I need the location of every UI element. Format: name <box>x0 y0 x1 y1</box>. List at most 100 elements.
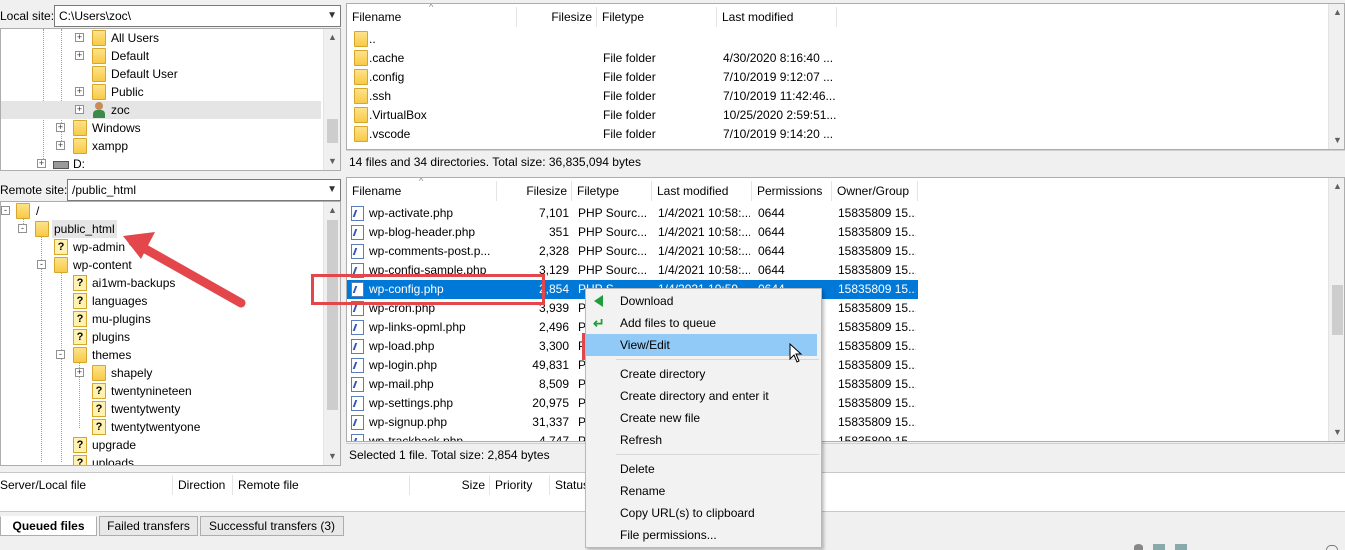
file-row[interactable]: .cache File folder 4/30/2020 8:16:40 ... <box>347 49 1327 68</box>
file-row[interactable]: wp-trackback.php 4,747 P 15835809 15... <box>347 432 1327 441</box>
remote-tree-item[interactable]: - themes <box>1 346 321 364</box>
menu-item-view-edit[interactable]: View/Edit <box>586 334 817 356</box>
local-tree-item[interactable]: + Windows <box>1 119 321 137</box>
remote-tree-item[interactable]: + shapely <box>1 364 321 382</box>
file-row[interactable]: wp-signup.php 31,337 P 15835809 15... <box>347 413 1327 432</box>
file-row[interactable]: wp-mail.php 8,509 P 15835809 15... <box>347 375 1327 394</box>
php-file-icon <box>351 358 364 373</box>
menu-item-create-new-file[interactable]: Create new file <box>586 407 820 429</box>
column-status[interactable]: Status <box>550 475 590 495</box>
expand-icon[interactable]: + <box>75 368 84 377</box>
remote-path-field[interactable]: /public_html ▼ <box>67 179 341 201</box>
remote-list-scrollbar[interactable]: ▲ ▼ <box>1328 178 1344 441</box>
highlight-box-wp-config <box>311 274 545 305</box>
remote-tree-item[interactable]: ? mu-plugins <box>1 310 321 328</box>
local-tree-item-selected[interactable]: + zoc <box>1 101 321 119</box>
expand-icon[interactable]: + <box>56 141 65 150</box>
remote-tree-item[interactable]: ? upgrade <box>1 436 321 454</box>
file-perm: 0644 <box>758 263 785 277</box>
column-owner-group[interactable]: Owner/Group <box>832 181 918 201</box>
collapse-icon[interactable]: - <box>56 350 65 359</box>
file-type: PHP Sourc... <box>578 206 648 220</box>
file-row[interactable]: wp-blog-header.php 351 PHP Sourc... 1/4/202… <box>347 223 1327 242</box>
file-row[interactable]: wp-activate.php 7,101 PHP Sourc... 1/4/2021… <box>347 204 1327 223</box>
chevron-down-icon[interactable]: ▼ <box>327 6 337 26</box>
column-last-modified[interactable]: Last modified <box>717 7 837 27</box>
local-tree-item[interactable]: + All Users <box>1 29 321 47</box>
column-permissions[interactable]: Permissions <box>752 181 832 201</box>
local-tree-item[interactable]: + Public <box>1 83 321 101</box>
tab-queued-files[interactable]: Queued files <box>0 516 97 536</box>
menu-item-refresh[interactable]: Refresh <box>586 429 820 451</box>
file-owner: 15835809 15... <box>838 396 916 410</box>
local-path-field[interactable]: C:\Users\zoc\ ▼ <box>54 5 341 27</box>
folder-icon <box>73 347 87 363</box>
column-server-local-file[interactable]: Server/Local file <box>0 475 173 495</box>
unknown-folder-icon: ? <box>73 311 87 327</box>
collapse-icon[interactable]: - <box>18 224 27 233</box>
tab-successful-transfers[interactable]: Successful transfers (3) <box>200 516 344 536</box>
collapse-icon[interactable]: - <box>1 206 10 215</box>
column-filetype[interactable]: Filetype <box>572 181 652 201</box>
chevron-down-icon[interactable]: ▼ <box>327 180 337 200</box>
menu-item-delete[interactable]: Delete <box>586 458 820 480</box>
file-row[interactable]: wp-login.php 49,831 P 15835809 15... <box>347 356 1327 375</box>
expand-icon[interactable]: + <box>75 105 84 114</box>
local-tree-item[interactable]: + xampp <box>1 137 321 155</box>
lock-icon <box>1134 544 1143 550</box>
remote-tree-item[interactable]: ? plugins <box>1 328 321 346</box>
column-filetype[interactable]: Filetype <box>597 7 717 27</box>
file-row[interactable]: wp-load.php 3,300 P 15835809 15... <box>347 337 1327 356</box>
menu-item-download[interactable]: Download <box>586 290 820 312</box>
file-row[interactable]: .config File folder 7/10/2019 9:12:07 ..… <box>347 68 1327 87</box>
local-tree-item[interactable]: + Default <box>1 47 321 65</box>
file-row[interactable]: .. <box>347 30 1327 49</box>
local-list-scrollbar[interactable]: ▲ ▼ <box>1328 4 1344 149</box>
file-perm: 0644 <box>758 244 785 258</box>
expand-icon[interactable]: + <box>75 87 84 96</box>
column-priority[interactable]: Priority <box>490 475 550 495</box>
column-direction[interactable]: Direction <box>173 475 233 495</box>
file-name: wp-signup.php <box>369 415 448 429</box>
column-size[interactable]: Size <box>410 475 490 495</box>
remote-file-list: Filename ^ Filesize Filetype Last modifi… <box>346 177 1345 442</box>
file-row[interactable]: .ssh File folder 7/10/2019 11:42:46... <box>347 87 1327 106</box>
server-icon <box>1153 544 1165 550</box>
local-site-label: Local site: <box>0 9 55 23</box>
column-filesize[interactable]: Filesize <box>497 181 572 201</box>
menu-item-file-permissions[interactable]: File permissions... <box>586 524 820 546</box>
file-row[interactable]: wp-settings.php 20,975 P 15835809 15... <box>347 394 1327 413</box>
menu-item-create-directory[interactable]: Create directory <box>586 363 820 385</box>
column-filesize[interactable]: Filesize <box>517 7 597 27</box>
remote-tree-item[interactable]: - / <box>1 202 321 220</box>
menu-item-add-to-queue[interactable]: ↵ Add files to queue <box>586 312 820 334</box>
remote-tree-scrollbar[interactable]: ▲ ▼ <box>323 202 340 465</box>
column-remote-file[interactable]: Remote file <box>233 475 410 495</box>
local-tree-scrollbar[interactable]: ▲ ▼ <box>323 29 340 170</box>
local-path-value: C:\Users\zoc\ <box>59 9 132 23</box>
php-file-icon <box>351 206 364 221</box>
file-row[interactable]: .vscode File folder 7/10/2019 9:14:20 ..… <box>347 125 1327 144</box>
local-tree-item[interactable]: + D: <box>1 155 321 170</box>
menu-item-copy-url[interactable]: Copy URL(s) to clipboard <box>586 502 820 524</box>
expand-icon[interactable]: + <box>56 123 65 132</box>
column-last-modified[interactable]: Last modified <box>652 181 752 201</box>
menu-item-create-directory-enter[interactable]: Create directory and enter it <box>586 385 820 407</box>
remote-tree-item[interactable]: ? twentynineteen <box>1 382 321 400</box>
file-size: 31,337 <box>532 415 569 429</box>
php-file-icon <box>351 415 364 430</box>
local-tree-item[interactable]: Default User <box>1 65 321 83</box>
file-owner: 15835809 15... <box>838 206 916 220</box>
file-row[interactable]: wp-links-opml.php 2,496 P 15835809 15... <box>347 318 1327 337</box>
remote-tree-item[interactable]: ? uploads <box>1 454 321 465</box>
tab-failed-transfers[interactable]: Failed transfers <box>99 516 198 536</box>
file-row[interactable]: wp-comments-post.p... 2,328 PHP Sourc... 1/… <box>347 242 1327 261</box>
menu-item-rename[interactable]: Rename <box>586 480 820 502</box>
expand-icon[interactable]: + <box>75 51 84 60</box>
expand-icon[interactable]: + <box>37 159 46 168</box>
remote-tree-item[interactable]: ? twentytwentyone <box>1 418 321 436</box>
collapse-icon[interactable]: - <box>37 260 46 269</box>
expand-icon[interactable]: + <box>75 33 84 42</box>
remote-tree-item[interactable]: ? twentytwenty <box>1 400 321 418</box>
file-row[interactable]: .VirtualBox File folder 10/25/2020 2:59:… <box>347 106 1327 125</box>
